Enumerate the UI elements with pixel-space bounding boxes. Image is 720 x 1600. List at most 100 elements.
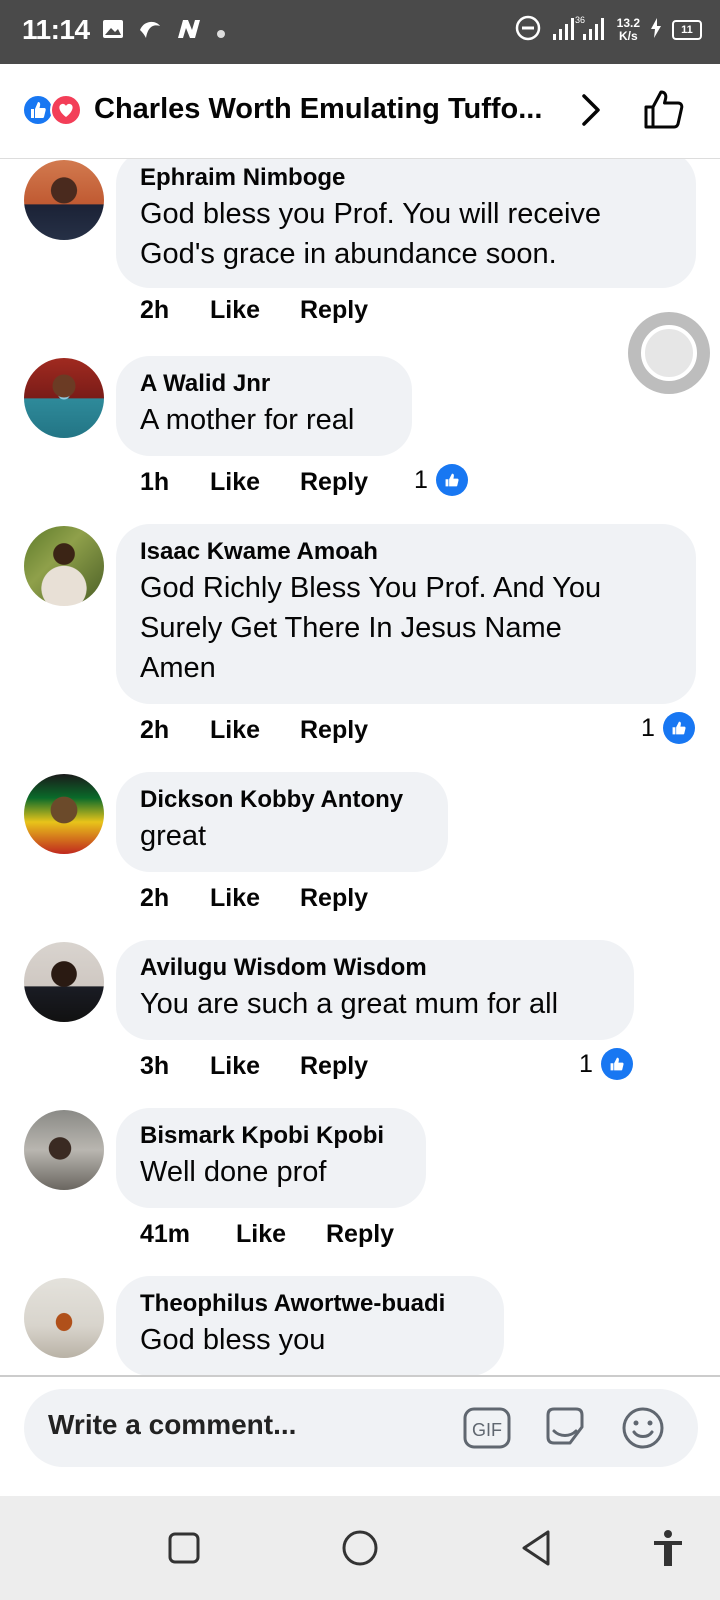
comment-text-line: God's grace in abundance soon. (140, 238, 557, 270)
comment-input[interactable]: Write a comment... GIF (24, 1389, 698, 1467)
reaction-count-value: 1 (414, 465, 428, 494)
home-icon[interactable] (338, 1526, 382, 1570)
comment-bubble[interactable]: A Walid Jnr A mother for real (116, 356, 412, 456)
love-reaction-icon (50, 94, 82, 126)
accessibility-icon[interactable] (646, 1526, 690, 1570)
signal-label: 36 (575, 15, 585, 25)
reply-button[interactable]: Reply (300, 716, 368, 745)
avatar[interactable] (24, 942, 104, 1022)
comment-author[interactable]: A Walid Jnr (140, 368, 388, 400)
avatar[interactable] (24, 1110, 104, 1190)
like-button[interactable]: Like (210, 1052, 300, 1081)
notification-icons (102, 18, 226, 46)
avatar[interactable] (24, 526, 104, 606)
comment-text-line: God Richly Bless You Prof. And You (140, 572, 602, 604)
back-icon[interactable] (514, 1526, 558, 1570)
comment-bubble[interactable]: Isaac Kwame Amoah God Richly Bless You P… (116, 524, 696, 704)
comment-time: 3h (140, 1052, 170, 1080)
reaction-count-value: 1 (579, 1049, 593, 1078)
reaction-count[interactable]: 1 (579, 1048, 633, 1080)
reaction-count[interactable]: 1 (641, 712, 695, 744)
gif-icon[interactable]: GIF (462, 1403, 512, 1453)
comment-actions: 41m Like Reply (140, 1220, 394, 1249)
battery-level: 11 (681, 23, 693, 36)
charging-icon (650, 18, 662, 41)
comment-item: Isaac Kwame Amoah God Richly Bless You P… (0, 524, 720, 764)
dnd-icon (515, 15, 541, 44)
net-speed-unit: K/s (618, 28, 638, 43)
reply-button[interactable]: Reply (300, 1052, 368, 1081)
news-icon (176, 18, 202, 46)
like-badge-icon (662, 712, 695, 744)
comment-item: Dickson Kobby Antony great 2h Like Reply (0, 772, 720, 932)
comment-text: Well done prof (140, 1156, 327, 1188)
avatar[interactable] (24, 160, 104, 240)
signal-icon: 36 (551, 14, 607, 45)
status-time: 11:14 (22, 14, 90, 45)
comment-bubble[interactable]: Theophilus Awortwe-buadi God bless you (116, 1276, 504, 1376)
comment-composer: Write a comment... GIF (0, 1375, 720, 1477)
comment-text-line: Surely Get There In Jesus Name (140, 612, 562, 644)
comment-input-placeholder: Write a comment... (48, 1409, 297, 1440)
floating-bubble-button[interactable] (628, 312, 710, 394)
comment-author[interactable]: Bismark Kpobi Kpobi (140, 1120, 402, 1152)
comment-actions: 2h Like Reply (140, 884, 368, 913)
like-button[interactable]: Like (210, 716, 300, 745)
system-nav-bar (0, 1496, 720, 1600)
status-right: 36 13.2 K/s 11 (515, 14, 702, 45)
comment-author[interactable]: Theophilus Awortwe-buadi (140, 1288, 480, 1320)
avatar[interactable] (24, 774, 104, 854)
comment-text: A mother for real (140, 404, 355, 436)
post-title[interactable]: Charles Worth Emulating Tuffo... (94, 93, 564, 126)
comments-sheet: Charles Worth Emulating Tuffo... Ephraim… (0, 64, 720, 1496)
comment-time: 2h (140, 296, 170, 324)
comment-bubble[interactable]: Ephraim Nimboge God bless you Prof. You … (116, 150, 696, 288)
comment-bubble[interactable]: Dickson Kobby Antony great (116, 772, 448, 872)
chevron-right-icon[interactable] (576, 90, 606, 130)
comment-item: Avilugu Wisdom Wisdom You are such a gre… (0, 940, 720, 1100)
comment-actions: 1h Like Reply (140, 468, 368, 497)
battery-icon: 11 (672, 19, 702, 40)
comment-bubble[interactable]: Avilugu Wisdom Wisdom You are such a gre… (116, 940, 634, 1040)
comment-author[interactable]: Isaac Kwame Amoah (140, 536, 672, 568)
emoji-icon[interactable] (618, 1403, 668, 1453)
comment-text-line: God bless you Prof. You will receive (140, 198, 602, 230)
comment-text-line: Amen (140, 652, 216, 684)
comment-text: You are such a great mum for all (140, 988, 559, 1020)
comment-author[interactable]: Ephraim Nimboge (140, 162, 672, 194)
like-post-icon[interactable] (642, 88, 686, 132)
net-speed-value: 13.2 (616, 15, 640, 30)
reply-button[interactable]: Reply (300, 296, 368, 325)
reply-button[interactable]: Reply (326, 1220, 394, 1249)
reaction-count[interactable]: 1 (414, 464, 468, 496)
comment-bubble[interactable]: Bismark Kpobi Kpobi Well done prof (116, 1108, 426, 1208)
like-button[interactable]: Like (236, 1220, 326, 1249)
comment-item: Ephraim Nimboge God bless you Prof. You … (0, 150, 720, 340)
sticker-icon[interactable] (540, 1403, 590, 1453)
reply-button[interactable]: Reply (300, 468, 368, 497)
like-button[interactable]: Like (210, 884, 300, 913)
comment-author[interactable]: Avilugu Wisdom Wisdom (140, 952, 610, 984)
comment-time: 1h (140, 468, 170, 496)
like-badge-icon (600, 1048, 633, 1080)
comment-actions: 2h Like Reply (140, 296, 368, 325)
app-icon (138, 18, 162, 46)
avatar[interactable] (24, 358, 104, 438)
comment-item: Theophilus Awortwe-buadi God bless you (0, 1276, 720, 1386)
comment-item: Bismark Kpobi Kpobi Well done prof 41m L… (0, 1108, 720, 1268)
dot-icon (216, 19, 226, 45)
comment-actions: 2h Like Reply (140, 716, 368, 745)
recents-icon[interactable] (162, 1526, 206, 1570)
reaction-icons (22, 94, 86, 126)
post-header[interactable]: Charles Worth Emulating Tuffo... (0, 64, 720, 159)
avatar[interactable] (24, 1278, 104, 1358)
comment-time: 41m (140, 1220, 191, 1248)
like-button[interactable]: Like (210, 296, 300, 325)
like-button[interactable]: Like (210, 468, 300, 497)
reply-button[interactable]: Reply (300, 884, 368, 913)
comment-time: 2h (140, 884, 170, 912)
comment-author[interactable]: Dickson Kobby Antony (140, 784, 424, 816)
status-bar: 11:14 36 13.2 K/s 11 (0, 0, 720, 64)
comment-text: great (140, 820, 207, 852)
gallery-icon (102, 18, 124, 46)
